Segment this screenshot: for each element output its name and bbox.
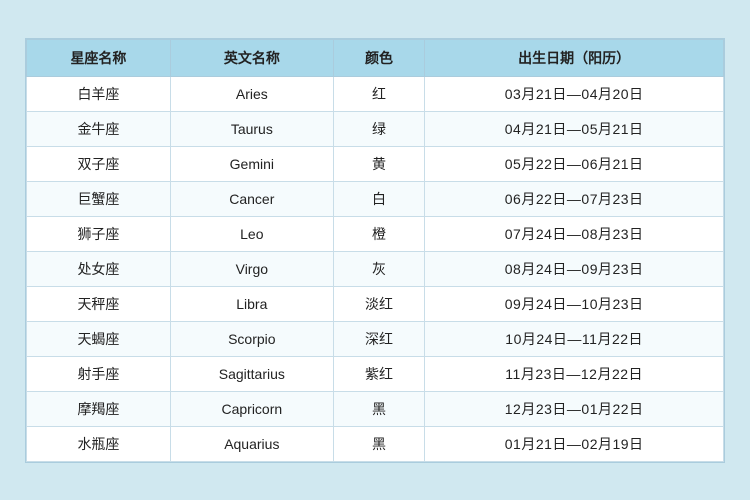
cell-english-name: Taurus	[170, 111, 333, 146]
cell-english-name: Sagittarius	[170, 356, 333, 391]
cell-dates: 06月22日—07月23日	[425, 181, 724, 216]
cell-dates: 09月24日—10月23日	[425, 286, 724, 321]
cell-chinese-name: 天蝎座	[27, 321, 171, 356]
table-header-row: 星座名称 英文名称 颜色 出生日期（阳历）	[27, 39, 724, 76]
cell-color: 白	[333, 181, 425, 216]
cell-english-name: Gemini	[170, 146, 333, 181]
zodiac-table-container: 星座名称 英文名称 颜色 出生日期（阳历） 白羊座Aries红03月21日—04…	[25, 38, 725, 463]
cell-chinese-name: 水瓶座	[27, 426, 171, 461]
cell-chinese-name: 处女座	[27, 251, 171, 286]
cell-dates: 05月22日—06月21日	[425, 146, 724, 181]
cell-dates: 11月23日—12月22日	[425, 356, 724, 391]
zodiac-table: 星座名称 英文名称 颜色 出生日期（阳历） 白羊座Aries红03月21日—04…	[26, 39, 724, 462]
header-color: 颜色	[333, 39, 425, 76]
cell-english-name: Libra	[170, 286, 333, 321]
cell-chinese-name: 射手座	[27, 356, 171, 391]
cell-english-name: Cancer	[170, 181, 333, 216]
cell-color: 深红	[333, 321, 425, 356]
table-row: 处女座Virgo灰08月24日—09月23日	[27, 251, 724, 286]
table-row: 水瓶座Aquarius黑01月21日—02月19日	[27, 426, 724, 461]
cell-dates: 08月24日—09月23日	[425, 251, 724, 286]
cell-dates: 07月24日—08月23日	[425, 216, 724, 251]
cell-color: 紫红	[333, 356, 425, 391]
cell-chinese-name: 金牛座	[27, 111, 171, 146]
cell-chinese-name: 摩羯座	[27, 391, 171, 426]
cell-chinese-name: 巨蟹座	[27, 181, 171, 216]
cell-english-name: Aries	[170, 76, 333, 111]
header-english-name: 英文名称	[170, 39, 333, 76]
cell-color: 黄	[333, 146, 425, 181]
cell-color: 橙	[333, 216, 425, 251]
cell-dates: 01月21日—02月19日	[425, 426, 724, 461]
cell-color: 黑	[333, 391, 425, 426]
cell-english-name: Aquarius	[170, 426, 333, 461]
cell-color: 绿	[333, 111, 425, 146]
cell-chinese-name: 狮子座	[27, 216, 171, 251]
cell-color: 淡红	[333, 286, 425, 321]
table-row: 双子座Gemini黄05月22日—06月21日	[27, 146, 724, 181]
cell-english-name: Capricorn	[170, 391, 333, 426]
table-row: 金牛座Taurus绿04月21日—05月21日	[27, 111, 724, 146]
cell-chinese-name: 天秤座	[27, 286, 171, 321]
table-row: 天蝎座Scorpio深红10月24日—11月22日	[27, 321, 724, 356]
cell-dates: 10月24日—11月22日	[425, 321, 724, 356]
cell-english-name: Virgo	[170, 251, 333, 286]
cell-color: 黑	[333, 426, 425, 461]
header-chinese-name: 星座名称	[27, 39, 171, 76]
table-body: 白羊座Aries红03月21日—04月20日金牛座Taurus绿04月21日—0…	[27, 76, 724, 461]
table-row: 射手座Sagittarius紫红11月23日—12月22日	[27, 356, 724, 391]
cell-chinese-name: 白羊座	[27, 76, 171, 111]
cell-english-name: Scorpio	[170, 321, 333, 356]
table-row: 巨蟹座Cancer白06月22日—07月23日	[27, 181, 724, 216]
table-row: 白羊座Aries红03月21日—04月20日	[27, 76, 724, 111]
table-row: 摩羯座Capricorn黑12月23日—01月22日	[27, 391, 724, 426]
table-row: 狮子座Leo橙07月24日—08月23日	[27, 216, 724, 251]
cell-color: 灰	[333, 251, 425, 286]
table-row: 天秤座Libra淡红09月24日—10月23日	[27, 286, 724, 321]
cell-english-name: Leo	[170, 216, 333, 251]
cell-chinese-name: 双子座	[27, 146, 171, 181]
header-dates: 出生日期（阳历）	[425, 39, 724, 76]
cell-color: 红	[333, 76, 425, 111]
cell-dates: 12月23日—01月22日	[425, 391, 724, 426]
cell-dates: 03月21日—04月20日	[425, 76, 724, 111]
cell-dates: 04月21日—05月21日	[425, 111, 724, 146]
